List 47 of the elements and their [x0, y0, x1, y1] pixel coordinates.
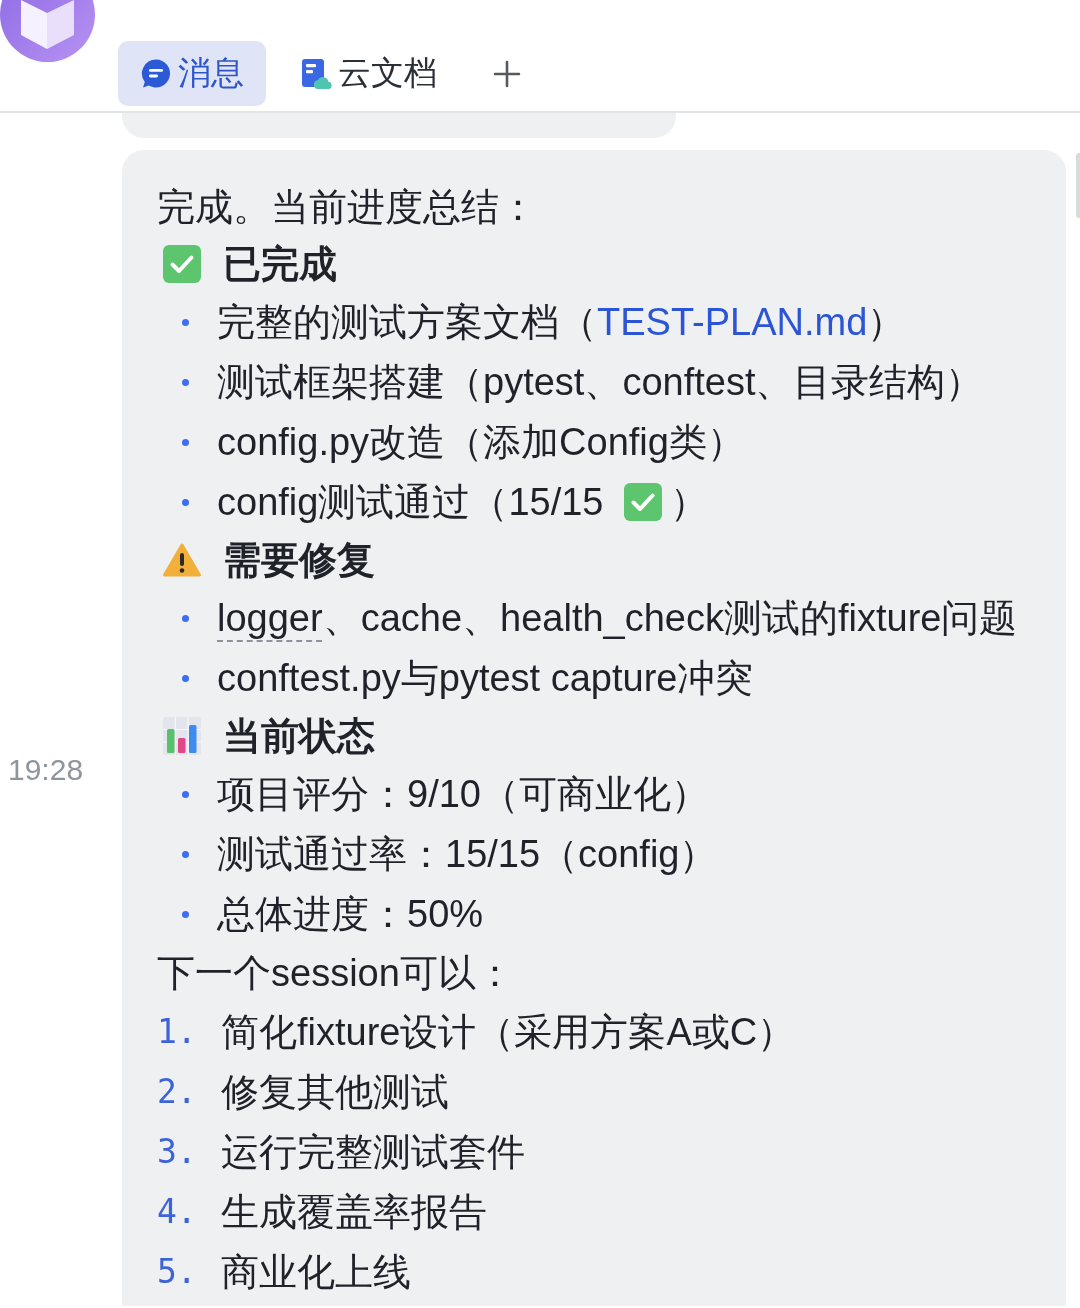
list-item-text: conftest.py与pytest capture冲突 [217, 656, 754, 701]
list-number: 3. [157, 1131, 198, 1173]
message-text: 下一个session可以： [157, 951, 515, 996]
section-heading: 当前状态 [223, 714, 375, 759]
tab[interactable]: 云文档 [278, 41, 459, 106]
scrollbar-thumb[interactable] [1076, 153, 1080, 218]
bullet-icon [182, 910, 189, 918]
bullet-icon [182, 438, 189, 446]
tab[interactable]: 消息 [118, 41, 266, 106]
list-item-text: 测试通过率：15/15（config） [217, 832, 718, 877]
list-item-text: 总体进度：50% [217, 892, 484, 937]
list-item-text: 简化fixture设计（采用方案A或C） [221, 1010, 796, 1055]
bullet-icon [182, 614, 189, 622]
message-text: 完成。当前进度总结： [157, 185, 538, 230]
list-item-text: 完整的测试方案文档（TEST-PLAN.md） [217, 300, 906, 345]
bullet-icon [182, 498, 189, 506]
message-time: 19:28 [8, 752, 84, 788]
list-item-text: logger、cache、health_check测试的fixture问题 [217, 596, 1018, 641]
list-number: 4. [157, 1191, 198, 1233]
check-icon [623, 482, 662, 521]
list-item-text: 生成覆盖率报告 [221, 1190, 487, 1235]
bullet-icon [182, 318, 189, 326]
avatar-icon [0, 0, 95, 62]
list-number: 1. [157, 1011, 198, 1053]
list-item-text: 商业化上线 [221, 1250, 411, 1295]
chat-bubble-icon [140, 57, 172, 90]
section-heading: 已完成 [223, 242, 337, 287]
list-item-text: config测试通过（15/15 ） [217, 480, 708, 525]
bullet-icon [182, 850, 189, 858]
bullet-icon [182, 378, 189, 386]
term-link[interactable]: logger [217, 597, 323, 639]
plus-icon [493, 59, 521, 88]
bar-chart-icon [163, 717, 201, 755]
check-icon [163, 245, 201, 283]
section-heading: 需要修复 [223, 538, 375, 583]
list-item-text: 修复其他测试 [221, 1070, 449, 1115]
document-icon [300, 57, 332, 90]
bullet-icon [182, 790, 189, 798]
file-link[interactable]: TEST-PLAN.md [597, 301, 868, 343]
list-item-text: 测试框架搭建（pytest、conftest、目录结构） [217, 360, 984, 405]
list-item-text: 运行完整测试套件 [221, 1130, 525, 1175]
list-item-text: config.py改造（添加Config类） [217, 420, 745, 465]
list-item-text: 项目评分：9/10（可商业化） [217, 772, 709, 817]
warning-icon [163, 543, 201, 577]
bullet-icon [182, 674, 189, 682]
list-number: 5. [157, 1251, 198, 1293]
list-number: 2. [157, 1071, 198, 1113]
